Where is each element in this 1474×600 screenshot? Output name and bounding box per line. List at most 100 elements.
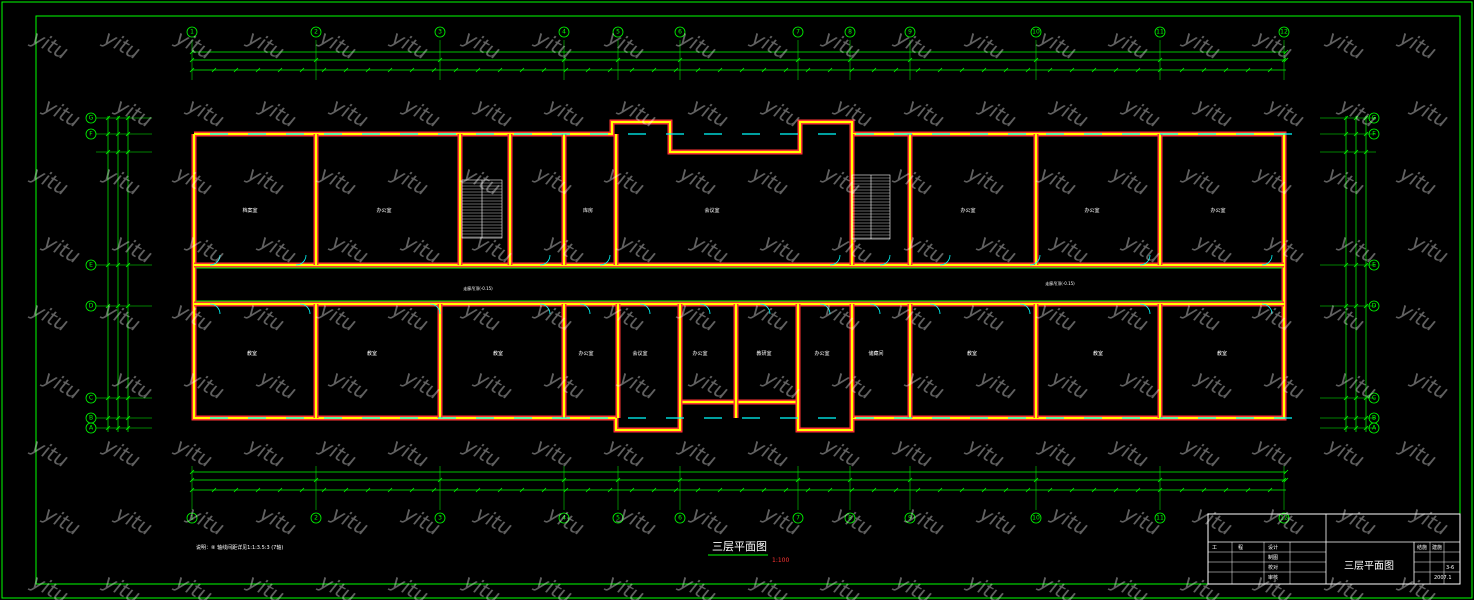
watermark-text: yitu: [903, 93, 949, 132]
watermark-text: yitu: [819, 569, 865, 600]
watermark-text: yitu: [891, 25, 937, 64]
watermark-text: yitu: [531, 433, 577, 472]
room-label: 办公室: [578, 350, 593, 357]
watermark-text: yitu: [459, 161, 505, 200]
title-block-cell-2: 程: [1238, 544, 1243, 551]
watermark-text: yitu: [99, 569, 145, 600]
drawing-note: 说明：⑧ 轴线间距详见1:1:3.5:3 (7轴): [196, 544, 283, 551]
axis-label: G: [89, 115, 94, 122]
watermark-text: yitu: [1047, 93, 1093, 132]
watermark-text: yitu: [315, 161, 361, 200]
watermark-text: yitu: [1179, 433, 1225, 472]
corridor-label: 走廊吊顶(-0.15): [463, 285, 493, 291]
watermark-text: yitu: [687, 501, 733, 540]
axis-label: F: [1372, 131, 1376, 138]
watermark-text: yitu: [675, 161, 721, 200]
watermark-text: yitu: [39, 93, 85, 132]
watermark-text: yitu: [27, 161, 73, 200]
watermark-text: yitu: [171, 569, 217, 600]
axis-label: 2: [314, 29, 318, 36]
watermark-text: yitu: [819, 433, 865, 472]
axis-label: D: [1372, 303, 1377, 310]
room-label: 储藏间: [868, 350, 883, 357]
watermark-text: yitu: [1335, 501, 1381, 540]
watermark-text: yitu: [975, 501, 1021, 540]
watermark-text: yitu: [459, 25, 505, 64]
watermark-text: yitu: [1035, 25, 1081, 64]
watermark-text: yitu: [99, 25, 145, 64]
room-label: 教室: [247, 350, 257, 357]
watermark-text: yitu: [675, 569, 721, 600]
watermark-text: yitu: [471, 501, 517, 540]
watermark-text: yitu: [543, 501, 589, 540]
drawing-title: 三层平面图: [712, 540, 767, 553]
watermark-text: yitu: [1119, 93, 1165, 132]
axis-label: 4: [562, 29, 566, 36]
watermark-text: yitu: [1395, 25, 1441, 64]
watermark-text: yitu: [1251, 161, 1297, 200]
room-label: 办公室: [814, 350, 829, 357]
watermark-text: yitu: [531, 161, 577, 200]
watermark-text: yitu: [27, 25, 73, 64]
drawing-inner-frame: [35, 15, 1461, 585]
title-block-cell-3: 设计: [1268, 544, 1278, 551]
room-label: 办公室: [1084, 207, 1099, 214]
watermark-text: yitu: [747, 569, 793, 600]
watermark-text: yitu: [1251, 25, 1297, 64]
watermark-text: yitu: [615, 365, 661, 404]
watermark-text: yitu: [603, 433, 649, 472]
watermark-text: yitu: [603, 569, 649, 600]
watermark-text: yitu: [1047, 229, 1093, 268]
watermark-text: yitu: [963, 161, 1009, 200]
drawing-scale: 1:100: [772, 557, 789, 564]
room-label: 办公室: [692, 350, 707, 357]
title-block-drawing-name: 三层平面图: [1344, 560, 1394, 572]
watermark-text: yitu: [1395, 433, 1441, 472]
room-label: 会议室: [632, 350, 647, 357]
watermark-text: yitu: [531, 25, 577, 64]
axis-label: 2: [314, 515, 318, 522]
watermark-text: yitu: [1191, 365, 1237, 404]
watermark-text: yitu: [543, 93, 589, 132]
watermark-text: yitu: [603, 25, 649, 64]
axis-label: E: [1372, 262, 1376, 269]
axis-label: F: [89, 131, 93, 138]
watermark-text: yitu: [1263, 501, 1309, 540]
axis-label: A: [89, 425, 94, 432]
axis-label: B: [1372, 415, 1376, 422]
watermark-text: yitu: [399, 501, 445, 540]
watermark-text: yitu: [327, 229, 373, 268]
watermark-text: yitu: [183, 229, 229, 268]
room-label: 教室: [493, 350, 503, 357]
watermark-text: yitu: [1179, 25, 1225, 64]
watermark-text: yitu: [1107, 161, 1153, 200]
watermark-text: yitu: [615, 93, 661, 132]
watermark-text: yitu: [687, 93, 733, 132]
watermark-text: yitu: [459, 569, 505, 600]
watermark-text: yitu: [1395, 297, 1441, 336]
watermark-text: yitu: [459, 433, 505, 472]
title-block-cell-5: 校对: [1268, 564, 1278, 571]
axis-label: 7: [796, 29, 800, 36]
watermark-text: yitu: [39, 229, 85, 268]
axis-label: D: [89, 303, 94, 310]
watermark-text: yitu: [1047, 365, 1093, 404]
room-label: 会议室: [704, 207, 719, 214]
watermark-text: yitu: [99, 297, 145, 336]
room-label: 教室: [967, 350, 977, 357]
watermark-text: yitu: [99, 161, 145, 200]
axis-label: 11: [1156, 29, 1164, 36]
watermark-text: yitu: [747, 25, 793, 64]
watermark-text: yitu: [975, 365, 1021, 404]
watermark-text: yitu: [1323, 433, 1369, 472]
watermark-text: yitu: [315, 433, 361, 472]
watermark-text: yitu: [675, 433, 721, 472]
watermark-text: yitu: [111, 93, 157, 132]
watermark-text: yitu: [27, 569, 73, 600]
watermark-text: yitu: [1119, 501, 1165, 540]
watermark-text: yitu: [1323, 297, 1369, 336]
watermark-text: yitu: [759, 501, 805, 540]
axis-label: A: [1372, 425, 1377, 432]
watermark-text: yitu: [1335, 93, 1381, 132]
watermark-text: yitu: [255, 229, 301, 268]
